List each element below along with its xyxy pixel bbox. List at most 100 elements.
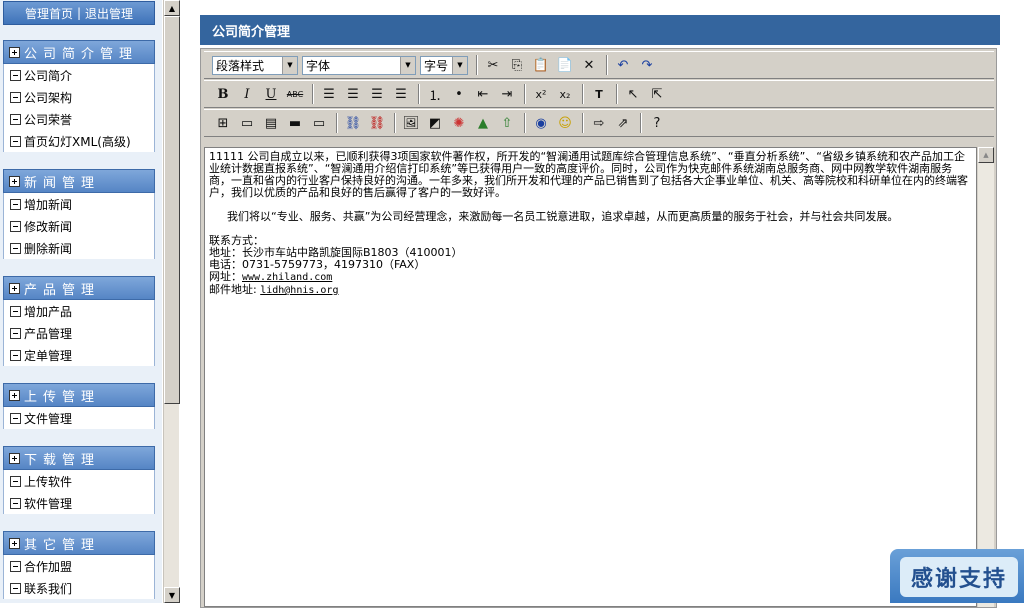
cut-icon[interactable]: ✂ [482, 54, 504, 76]
paragraph-style-select[interactable]: 段落样式 ▼ [212, 55, 298, 75]
scroll-up-icon[interactable]: ▲ [978, 147, 994, 163]
import-icon[interactable]: ⇨ [588, 112, 610, 134]
content-paragraph-1: 11111 公司自成立以来，已顺利获得3项国家软件著作权，所开发的“智澜通用试题… [209, 150, 968, 199]
expand-icon[interactable] [9, 389, 20, 401]
font-size-select[interactable]: 字号 ▼ [420, 55, 468, 75]
menu-group-download: 下载管理 上传软件 软件管理 [3, 446, 155, 514]
align-justify-icon[interactable]: ☰ [390, 83, 412, 105]
menu-item-label: 删除新闻 [24, 241, 73, 256]
menu-header-label: 上传管理 [24, 389, 101, 405]
email-link[interactable]: lidh@hnis.org [260, 285, 338, 296]
menu-item-contact-us[interactable]: 联系我们 [4, 577, 154, 599]
menu-item-label: 增加产品 [24, 304, 73, 319]
menu-header-news[interactable]: 新闻管理 [3, 169, 155, 193]
menu-item-add-product[interactable]: 增加产品 [4, 300, 154, 322]
font-select[interactable]: 字体 ▼ [302, 55, 416, 75]
collapse-icon [10, 497, 21, 509]
menu-items: 公司简介 公司架构 公司荣誉 首页幻灯XML(高级) [3, 64, 155, 152]
copy-icon[interactable]: ⎘ [506, 54, 528, 76]
bold-icon[interactable]: B [212, 83, 234, 105]
menu-item-homepage-slideshow[interactable]: 首页幻灯XML(高级) [4, 130, 154, 152]
outdent-icon[interactable]: ⇤ [472, 83, 494, 105]
menu-item-add-news[interactable]: 增加新闻 [4, 193, 154, 215]
menu-item-delete-news[interactable]: 删除新闻 [4, 237, 154, 259]
website-link[interactable]: www.zhiland.com [242, 272, 332, 283]
menu-header-products[interactable]: 产品管理 [3, 276, 155, 300]
expand-icon[interactable] [9, 175, 20, 187]
expand-icon[interactable] [9, 537, 20, 549]
indent-icon[interactable]: ⇥ [496, 83, 518, 105]
menu-header-upload[interactable]: 上传管理 [3, 383, 155, 407]
undo-icon[interactable]: ↶ [612, 54, 634, 76]
strikethrough-icon[interactable]: ABC [284, 83, 306, 105]
collapse-icon [10, 91, 21, 103]
menu-item-file-management[interactable]: 文件管理 [4, 407, 154, 429]
menu-header-label: 下载管理 [24, 452, 101, 468]
italic-icon[interactable]: I [236, 83, 258, 105]
scroll-down-icon[interactable]: ▼ [164, 587, 180, 603]
menu-item-company-honors[interactable]: 公司荣誉 [4, 108, 154, 130]
collapse-icon [10, 475, 21, 487]
menu-header-company[interactable]: 公司简介管理 [3, 40, 155, 64]
chevron-down-icon: ▼ [400, 56, 415, 74]
main-panel: 公司简介管理 段落样式▼ 字体▼ 字号▼ ✂ ⎘ 📋 📄 ✕ ↶ ↷ B [200, 15, 1000, 608]
menu-item-company-intro[interactable]: 公司简介 [4, 64, 154, 86]
insert-link-icon[interactable]: ⛓ [342, 112, 364, 134]
emoticon-icon[interactable]: ☺ [554, 112, 576, 134]
subscript-icon[interactable]: x₂ [554, 83, 576, 105]
menu-item-company-structure[interactable]: 公司架构 [4, 86, 154, 108]
menu-item-partnership[interactable]: 合作加盟 [4, 555, 154, 577]
text-field-icon[interactable]: ▭ [308, 112, 330, 134]
insert-special-icon[interactable]: ✺ [448, 112, 470, 134]
expand-icon[interactable] [9, 46, 20, 58]
editor-scrollbar[interactable]: ▲ [978, 147, 994, 607]
chevron-down-icon: ▼ [282, 56, 297, 74]
align-center-icon[interactable]: ☰ [342, 83, 364, 105]
help-icon[interactable]: ? [646, 112, 668, 134]
editor-content-area[interactable]: 11111 公司自成立以来，已顺利获得3项国家软件著作权，所开发的“智澜通用试题… [204, 147, 977, 607]
menu-group-upload: 上传管理 文件管理 [3, 383, 155, 429]
align-left-icon[interactable]: ☰ [318, 83, 340, 105]
insert-media-icon[interactable]: ▲ [472, 112, 494, 134]
unordered-list-icon[interactable]: • [448, 83, 470, 105]
select-icon[interactable]: ⇱ [646, 83, 668, 105]
menu-item-edit-news[interactable]: 修改新闻 [4, 215, 154, 237]
ordered-list-icon[interactable]: ⒈ [424, 83, 446, 105]
export-icon[interactable]: ⇗ [612, 112, 634, 134]
menu-item-manage-software[interactable]: 软件管理 [4, 492, 154, 514]
pointer-icon[interactable]: ↖ [622, 83, 644, 105]
insert-flash-icon[interactable]: ◩ [424, 112, 446, 134]
editor-toolbar-row-1: 段落样式 ▼ 字体 ▼ 字号 ▼ ✂ ⎘ 📋 📄 ✕ ↶ ↷ [204, 51, 994, 79]
text-color-icon[interactable]: T [588, 83, 610, 105]
paste-icon[interactable]: 📋 [530, 54, 552, 76]
sidebar-scrollbar[interactable]: ▲ ▼ [163, 0, 180, 603]
redo-icon[interactable]: ↷ [636, 54, 658, 76]
menu-header-download[interactable]: 下载管理 [3, 446, 155, 470]
table-icon[interactable]: ⊞ [212, 112, 234, 134]
expand-icon[interactable] [9, 452, 20, 464]
horizontal-rule-icon[interactable]: ▬ [284, 112, 306, 134]
menu-item-manage-products[interactable]: 产品管理 [4, 322, 154, 344]
superscript-icon[interactable]: x² [530, 83, 552, 105]
underline-icon[interactable]: U [260, 83, 282, 105]
frame-icon[interactable]: ▭ [236, 112, 258, 134]
admin-home-link[interactable]: 管理首页 [25, 5, 73, 22]
thanks-badge[interactable]: 感谢支持 [890, 549, 1024, 603]
menu-items: 合作加盟 联系我们 [3, 555, 155, 599]
scroll-up-icon[interactable]: ▲ [164, 0, 180, 16]
menu-item-upload-software[interactable]: 上传软件 [4, 470, 154, 492]
chevron-down-icon: ▼ [452, 56, 467, 74]
menu-item-manage-orders[interactable]: 定单管理 [4, 344, 154, 366]
scroll-thumb[interactable] [164, 16, 180, 404]
paste-text-icon[interactable]: 📄 [554, 54, 576, 76]
page-icon[interactable]: ▤ [260, 112, 282, 134]
insert-image-icon[interactable]: 🖼 [400, 112, 422, 134]
expand-icon[interactable] [9, 282, 20, 294]
menu-header-other[interactable]: 其它管理 [3, 531, 155, 555]
logout-link[interactable]: 退出管理 [85, 5, 133, 22]
remove-link-icon[interactable]: ⛓ [366, 112, 388, 134]
insert-symbol-icon[interactable]: ◉ [530, 112, 552, 134]
delete-icon[interactable]: ✕ [578, 54, 600, 76]
align-right-icon[interactable]: ☰ [366, 83, 388, 105]
upload-icon[interactable]: ⇧ [496, 112, 518, 134]
